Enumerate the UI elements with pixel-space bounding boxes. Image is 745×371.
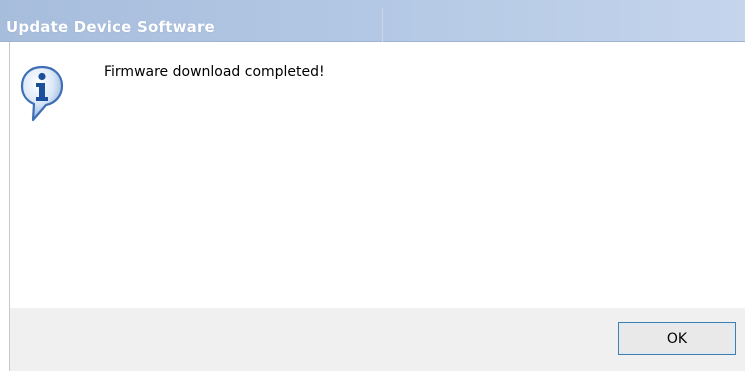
title-bar[interactable]: Update Device Software [0,0,745,42]
update-dialog: Update Device Software Firmware download… [0,0,745,371]
title-bar-divider [382,8,383,42]
dialog-message: Firmware download completed! [104,64,325,80]
dialog-title: Update Device Software [6,18,215,36]
dialog-content [10,42,745,308]
ok-button[interactable]: OK [618,322,736,355]
info-icon [20,64,64,122]
ok-button-label: OK [666,330,688,347]
